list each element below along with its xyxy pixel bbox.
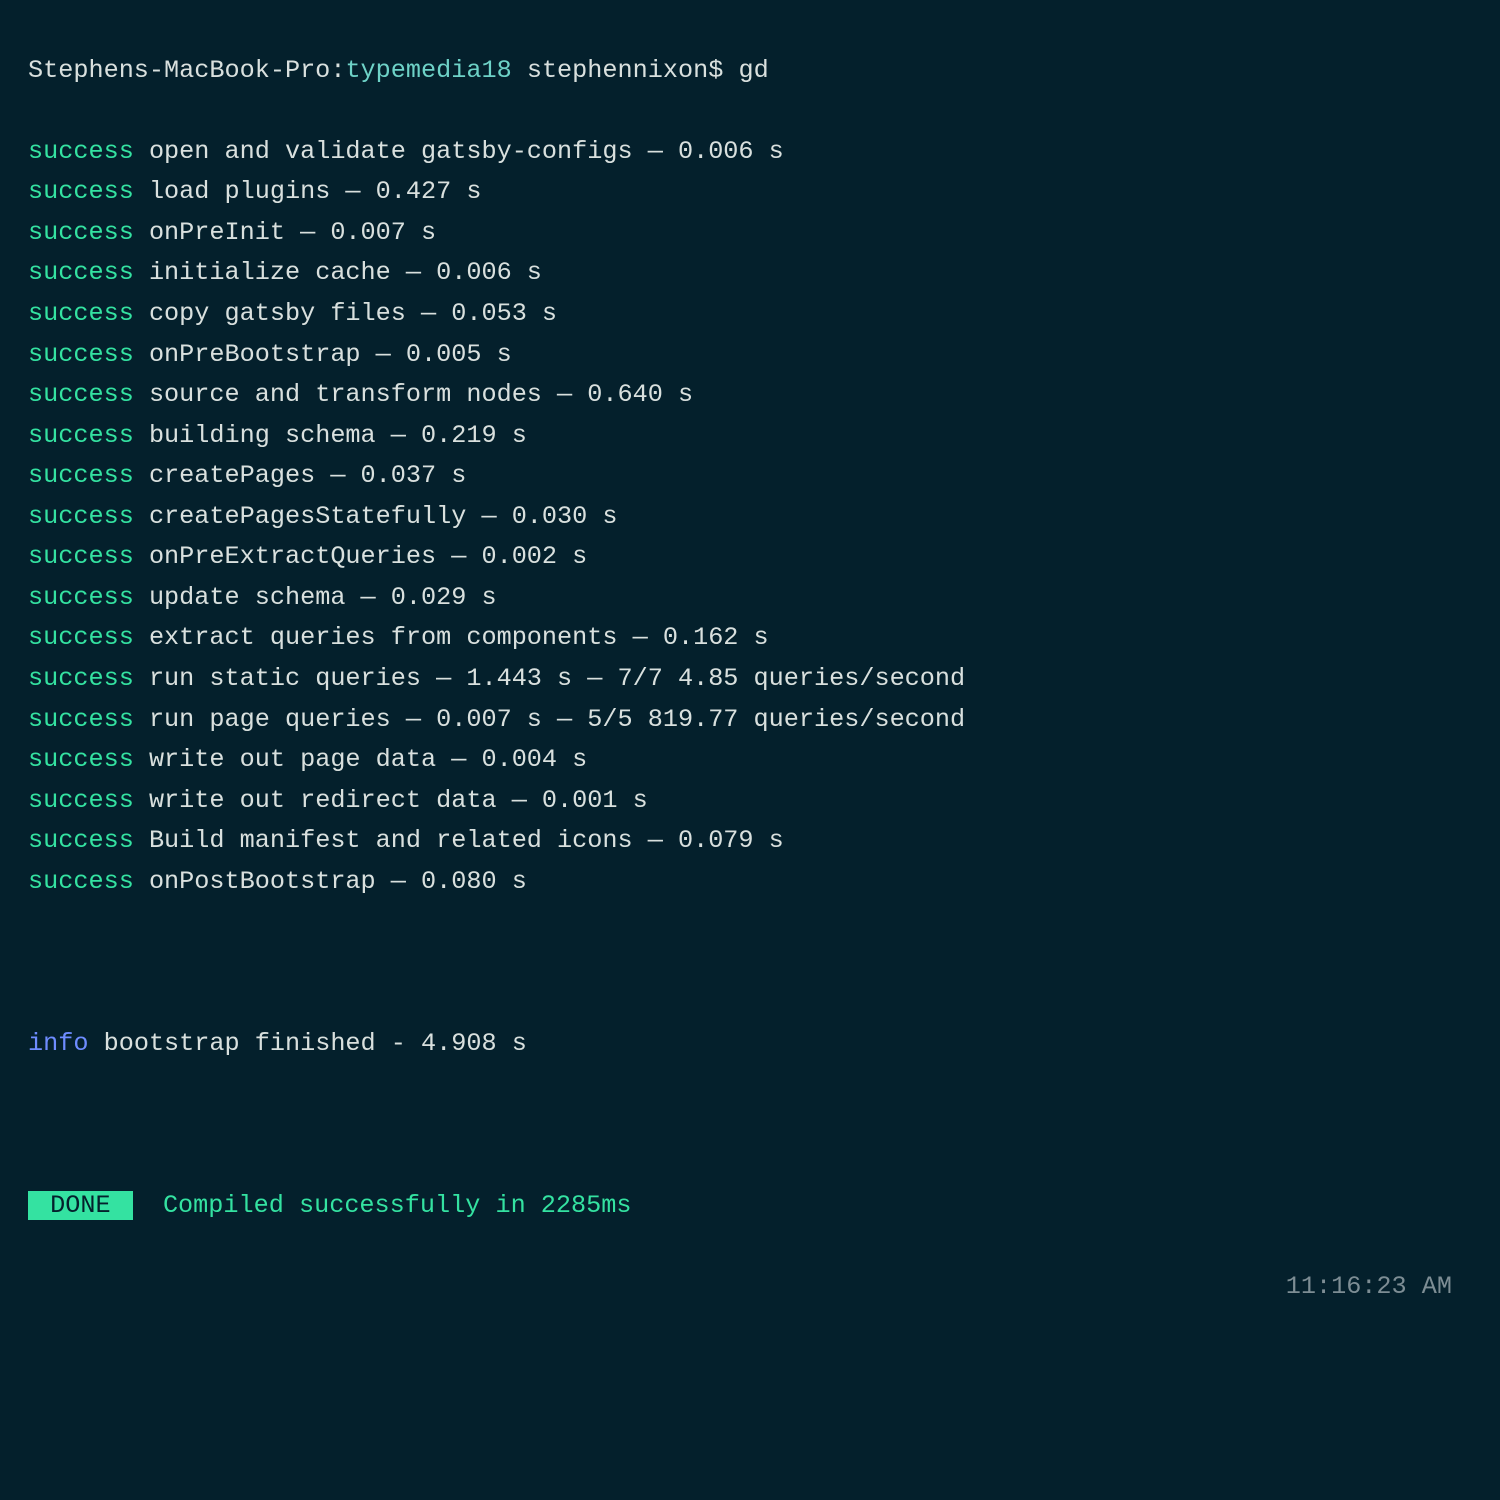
prompt-line: Stephens-MacBook-Pro:typemedia18 stephen… — [28, 51, 1472, 92]
success-line: success onPostBootstrap — 0.080 s — [28, 862, 1472, 903]
blank-line — [28, 1349, 1472, 1390]
success-label: success — [28, 745, 134, 774]
success-label: success — [28, 421, 134, 450]
success-line: success run static queries — 1.443 s — 7… — [28, 659, 1472, 700]
step-msg: onPreExtractQueries — 0.002 s — [149, 542, 587, 571]
step-msg: onPreInit — 0.007 s — [149, 218, 436, 247]
step-msg: run static queries — 1.443 s — 7/7 4.85 … — [149, 664, 965, 693]
success-label: success — [28, 218, 134, 247]
success-label: success — [28, 177, 134, 206]
success-label: success — [28, 867, 134, 896]
success-label: success — [28, 340, 134, 369]
success-label: success — [28, 583, 134, 612]
step-msg: open and validate gatsby-configs — 0.006… — [149, 137, 784, 166]
success-line: success createPages — 0.037 s — [28, 456, 1472, 497]
compiled-msg: Compiled successfully in 2285ms — [163, 1191, 632, 1220]
success-label: success — [28, 826, 134, 855]
step-msg: run page queries — 0.007 s — 5/5 819.77 … — [149, 705, 965, 734]
success-line: success onPreBootstrap — 0.005 s — [28, 335, 1472, 376]
step-msg: copy gatsby files — 0.053 s — [149, 299, 557, 328]
success-line: success write out redirect data — 0.001 … — [28, 781, 1472, 822]
step-msg: extract queries from components — 0.162 … — [149, 623, 769, 652]
step-msg: createPages — 0.037 s — [149, 461, 466, 490]
success-line: success run page queries — 0.007 s — 5/5… — [28, 700, 1472, 741]
step-msg: createPagesStatefully — 0.030 s — [149, 502, 618, 531]
success-line: success open and validate gatsby-configs… — [28, 132, 1472, 173]
success-line: success copy gatsby files — 0.053 s — [28, 294, 1472, 335]
step-msg: write out redirect data — 0.001 s — [149, 786, 648, 815]
success-label: success — [28, 380, 134, 409]
step-msg: onPostBootstrap — 0.080 s — [149, 867, 527, 896]
success-label: success — [28, 258, 134, 287]
step-msg: onPreBootstrap — 0.005 s — [149, 340, 512, 369]
prompt-host: Stephens-MacBook-Pro — [28, 56, 330, 85]
step-msg: building schema — 0.219 s — [149, 421, 527, 450]
terminal-output[interactable]: Stephens-MacBook-Pro:typemedia18 stephen… — [0, 0, 1500, 1500]
step-msg: initialize cache — 0.006 s — [149, 258, 542, 287]
success-label: success — [28, 461, 134, 490]
success-label: success — [28, 299, 134, 328]
success-label: success — [28, 786, 134, 815]
step-msg: update schema — 0.029 s — [149, 583, 497, 612]
success-label: success — [28, 705, 134, 734]
info-line: info bootstrap finished - 4.908 s — [28, 1024, 1472, 1065]
blank-line — [28, 1105, 1472, 1146]
done-line: DONE Compiled successfully in 2285ms — [28, 1186, 1472, 1227]
success-line: success initialize cache — 0.006 s — [28, 253, 1472, 294]
success-line: success onPreInit — 0.007 s — [28, 213, 1472, 254]
prompt-symbol: $ — [708, 56, 723, 85]
success-label: success — [28, 623, 134, 652]
step-msg: Build manifest and related icons — 0.079… — [149, 826, 784, 855]
success-line: success load plugins — 0.427 s — [28, 172, 1472, 213]
step-msg: source and transform nodes — 0.640 s — [149, 380, 693, 409]
success-line: success source and transform nodes — 0.6… — [28, 375, 1472, 416]
prompt-dir: typemedia18 — [345, 56, 511, 85]
success-line: success building schema — 0.219 s — [28, 416, 1472, 457]
success-line: success update schema — 0.029 s — [28, 578, 1472, 619]
success-line: success write out page data — 0.004 s — [28, 740, 1472, 781]
done-badge: DONE — [28, 1191, 133, 1220]
success-label: success — [28, 137, 134, 166]
success-label: success — [28, 542, 134, 571]
step-msg: write out page data — 0.004 s — [149, 745, 587, 774]
success-line: success extract queries from components … — [28, 618, 1472, 659]
success-line: success createPagesStatefully — 0.030 s — [28, 497, 1472, 538]
success-label: success — [28, 664, 134, 693]
blank-line — [28, 1430, 1472, 1471]
success-label: success — [28, 502, 134, 531]
info-label: info — [28, 1029, 88, 1058]
prompt-user: stephennixon — [527, 56, 708, 85]
step-msg: load plugins — 0.427 s — [149, 177, 482, 206]
success-line: success Build manifest and related icons… — [28, 821, 1472, 862]
blank-line — [28, 943, 1472, 984]
timestamp: 11:16:23 AM — [28, 1267, 1472, 1308]
command: gd — [738, 56, 768, 85]
success-line: success onPreExtractQueries — 0.002 s — [28, 537, 1472, 578]
info-msg: bootstrap finished - 4.908 s — [104, 1029, 527, 1058]
